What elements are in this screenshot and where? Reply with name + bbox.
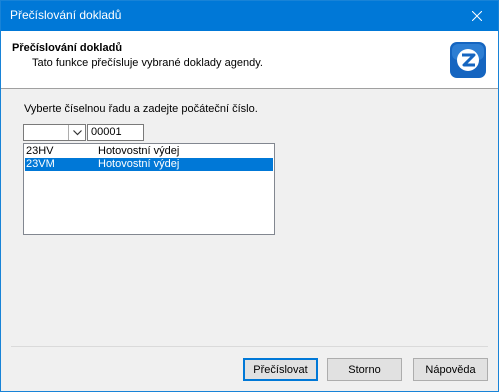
cancel-button[interactable]: Storno bbox=[327, 358, 402, 381]
series-name: Hotovostní výdej bbox=[98, 158, 180, 170]
series-name: Hotovostní výdej bbox=[98, 145, 180, 157]
divider bbox=[11, 346, 488, 347]
list-item[interactable]: 23HV Hotovostní výdej bbox=[25, 145, 273, 158]
series-combo[interactable] bbox=[23, 124, 86, 141]
header-subtitle: Tato funkce přečísluje vybrané doklady a… bbox=[32, 57, 263, 69]
series-code: 23VM bbox=[26, 158, 55, 170]
list-item[interactable]: 23VM Hotovostní výdej bbox=[25, 158, 273, 171]
dialog-header: Přečíslování dokladů Tato funkce přečísl… bbox=[1, 31, 498, 89]
chevron-down-icon[interactable] bbox=[68, 125, 85, 140]
close-icon[interactable] bbox=[456, 1, 498, 31]
series-code: 23HV bbox=[26, 145, 54, 157]
z-logo-icon bbox=[450, 42, 486, 78]
start-number-field[interactable]: 00001 bbox=[87, 124, 144, 141]
title-bar[interactable]: Přečíslování dokladů bbox=[1, 1, 498, 31]
renumber-button[interactable]: Přečíslovat bbox=[243, 358, 318, 381]
window-title: Přečíslování dokladů bbox=[10, 8, 122, 22]
renumber-dialog: Přečíslování dokladů Přečíslování doklad… bbox=[0, 0, 499, 392]
help-button[interactable]: Nápověda bbox=[413, 358, 488, 381]
instruction-label: Vyberte číselnou řadu a zadejte počátečn… bbox=[24, 103, 258, 115]
header-title: Přečíslování dokladů bbox=[12, 42, 123, 54]
series-list[interactable]: 23HV Hotovostní výdej 23VM Hotovostní vý… bbox=[23, 143, 275, 235]
